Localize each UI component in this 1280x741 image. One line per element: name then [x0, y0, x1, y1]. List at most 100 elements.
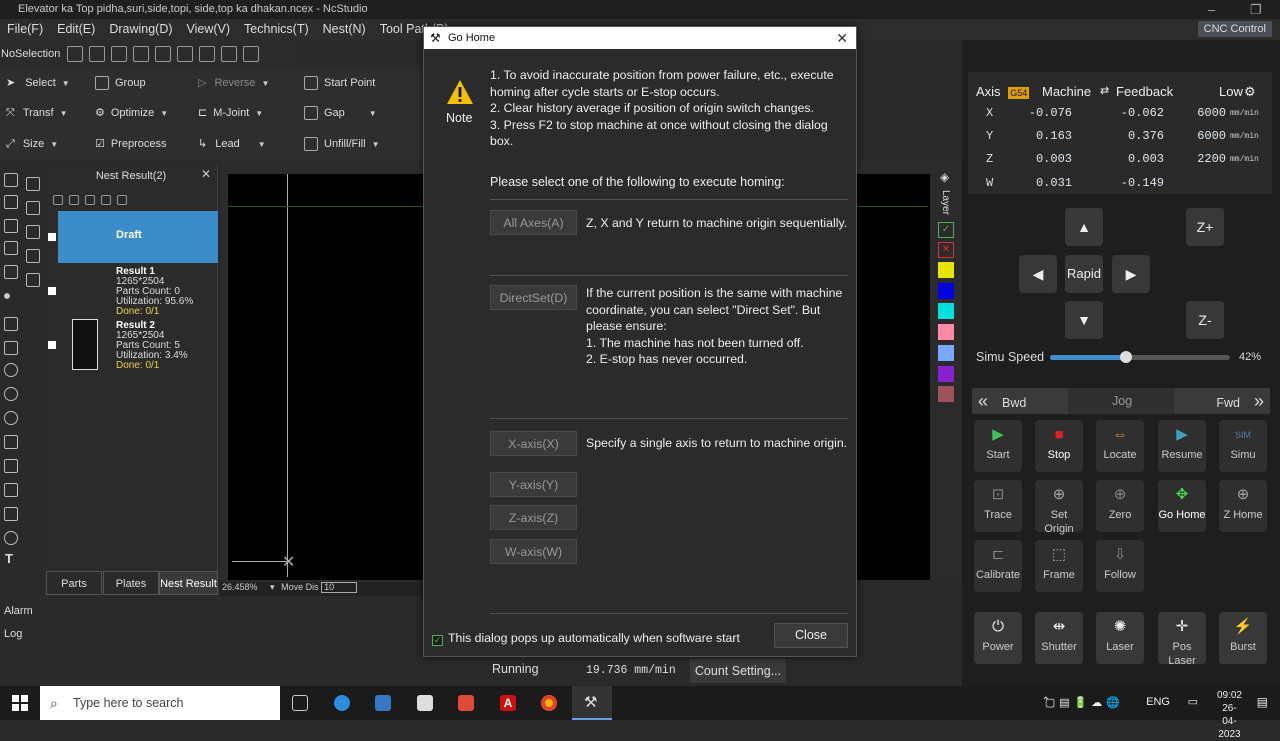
close-button[interactable]: Close: [774, 623, 848, 648]
rapid-button[interactable]: Rapid: [1065, 255, 1103, 293]
edge-icon[interactable]: [334, 695, 350, 711]
hand-icon[interactable]: [4, 195, 18, 209]
layer-color-swatch[interactable]: [938, 386, 954, 403]
gap-button[interactable]: Gap ▼: [304, 105, 377, 122]
log-tab[interactable]: Log: [0, 623, 470, 646]
jog-down-button[interactable]: ▼: [1065, 301, 1103, 339]
tab-parts[interactable]: Parts: [46, 571, 102, 595]
close-icon[interactable]: ✕: [201, 167, 211, 181]
m-joint-button[interactable]: ⊏ M-Joint ▼: [198, 105, 263, 122]
jog-left-button[interactable]: ◀: [1019, 255, 1057, 293]
locate-button[interactable]: ⇔ Locate: [1096, 420, 1144, 472]
shutter-button[interactable]: ⇹ Shutter: [1035, 612, 1083, 664]
taskbar-search[interactable]: ⌕ Type here to search: [40, 686, 280, 720]
circle-icon[interactable]: [4, 387, 18, 401]
result-1-info[interactable]: Result 1 1265*2504 Parts Count: 0 Utiliz…: [116, 267, 193, 317]
z-axis-button[interactable]: Z-axis(Z): [490, 505, 577, 530]
burst-button[interactable]: ⚡ Burst: [1219, 612, 1267, 664]
count-setting-button[interactable]: Count Setting...: [690, 659, 786, 683]
tool-e-icon[interactable]: [26, 273, 40, 287]
bwd-button[interactable]: «Bwd: [972, 388, 1068, 414]
jog-z-minus-button[interactable]: Z-: [1186, 301, 1224, 339]
round-rect-icon[interactable]: [4, 507, 18, 521]
simu-speed-slider[interactable]: [1050, 351, 1230, 363]
slot-icon[interactable]: [4, 531, 18, 545]
size-button[interactable]: ⤢ Size ▼: [6, 136, 58, 153]
follow-button[interactable]: ⇩ Follow: [1096, 540, 1144, 592]
copy-icon[interactable]: [117, 194, 127, 205]
draft-checkbox[interactable]: [48, 233, 56, 241]
store-icon[interactable]: [375, 695, 391, 711]
open-file-icon[interactable]: [88, 45, 105, 62]
acrobat-icon[interactable]: A: [500, 695, 516, 711]
menu-edit[interactable]: Edit(E): [50, 19, 102, 40]
switch-icon[interactable]: ⇄: [1100, 84, 1109, 97]
clock[interactable]: 09:02 26-04-2023: [1217, 689, 1242, 741]
pos-laser-button[interactable]: ✛ Pos Laser: [1158, 612, 1206, 667]
alarm-tab[interactable]: Alarm: [0, 600, 470, 623]
tray-icons[interactable]: ▢▤🔋☁🌐: [1045, 696, 1124, 709]
y-axis-button[interactable]: Y-axis(Y): [490, 472, 577, 497]
jog-up-button[interactable]: ▲: [1065, 208, 1103, 246]
optimize-button[interactable]: ⚙ Optimize ▼: [95, 105, 168, 122]
delete-icon[interactable]: [85, 194, 95, 205]
result-2-checkbox[interactable]: [48, 341, 56, 349]
reverse-button[interactable]: ▷ Reverse ▼: [198, 75, 269, 92]
layers-icon[interactable]: ◈: [940, 170, 949, 184]
nest-tool-1-icon[interactable]: [53, 194, 63, 205]
task-view-icon[interactable]: [292, 695, 308, 711]
star-icon[interactable]: [4, 459, 18, 473]
axis-speed[interactable]: 2200: [1188, 152, 1226, 166]
language-indicator[interactable]: ENG: [1146, 696, 1170, 708]
result-2-info[interactable]: Result 2 1265*2504 Parts Count: 5 Utiliz…: [116, 321, 188, 371]
mail-icon[interactable]: [417, 695, 433, 711]
node-icon[interactable]: [4, 219, 18, 233]
chrome-icon[interactable]: [541, 695, 557, 711]
tool-a-icon[interactable]: [26, 177, 40, 191]
cnc-control-badge[interactable]: CNC Control: [1197, 21, 1272, 37]
axis-speed[interactable]: 6000: [1188, 129, 1226, 143]
fwd-button[interactable]: Fwd»: [1174, 388, 1270, 414]
polygon-icon[interactable]: [4, 435, 18, 449]
new-file-icon[interactable]: [66, 45, 83, 62]
menu-file[interactable]: File(F): [0, 19, 50, 40]
ncstudio-taskbar-button[interactable]: ⚒: [572, 686, 612, 720]
text-tool-icon[interactable]: T: [5, 551, 13, 566]
line-icon[interactable]: [4, 341, 18, 355]
x-axis-button[interactable]: X-axis(X): [490, 431, 577, 456]
layer-visible-toggle[interactable]: ✓: [938, 222, 954, 238]
tool-d-icon[interactable]: [26, 249, 40, 263]
axis-speed[interactable]: 6000: [1188, 106, 1226, 120]
ellipse-icon[interactable]: [4, 411, 18, 425]
layer-color-swatch[interactable]: [938, 282, 954, 299]
rect-icon[interactable]: [4, 483, 18, 497]
simu-button[interactable]: SIM Simu: [1219, 420, 1267, 472]
pen-icon[interactable]: [4, 317, 18, 331]
direct-set-button[interactable]: DirectSet(D): [490, 285, 577, 310]
power-button[interactable]: ⏻ Power: [974, 612, 1022, 664]
preprocess-button[interactable]: ☑ Preprocess: [95, 136, 167, 152]
layer-color-swatch[interactable]: [938, 344, 954, 361]
menu-view[interactable]: View(V): [180, 19, 238, 40]
lead-button[interactable]: ↳ Lead ▼: [198, 136, 266, 153]
link-icon[interactable]: [101, 194, 111, 205]
arc-icon[interactable]: [4, 363, 18, 377]
menu-nest[interactable]: Nest(N): [316, 19, 373, 40]
result-1-checkbox[interactable]: [48, 287, 56, 295]
select-box-icon[interactable]: [220, 45, 237, 62]
resume-button[interactable]: ▶ Resume: [1158, 420, 1206, 472]
select-button[interactable]: ➤ Select ▼: [6, 75, 70, 92]
go-home-button[interactable]: ✥ Go Home: [1158, 480, 1206, 532]
tool-icon[interactable]: [198, 45, 215, 62]
point-icon[interactable]: [4, 293, 10, 299]
undo-icon[interactable]: [154, 45, 171, 62]
gear-icon[interactable]: ⚙: [1244, 84, 1256, 100]
menu-drawing[interactable]: Drawing(D): [102, 19, 179, 40]
transf-button[interactable]: ⤧ Transf ▼: [6, 105, 68, 122]
nest-tool-2-icon[interactable]: [69, 194, 79, 205]
unfill-button[interactable]: Unfill/Fill ▼: [304, 136, 379, 153]
restore-icon[interactable]: ❐: [1250, 0, 1262, 19]
menu-technics[interactable]: Technics(T): [237, 19, 316, 40]
start-point-button[interactable]: Start Point: [304, 75, 375, 91]
minimize-icon[interactable]: –: [1208, 0, 1215, 19]
